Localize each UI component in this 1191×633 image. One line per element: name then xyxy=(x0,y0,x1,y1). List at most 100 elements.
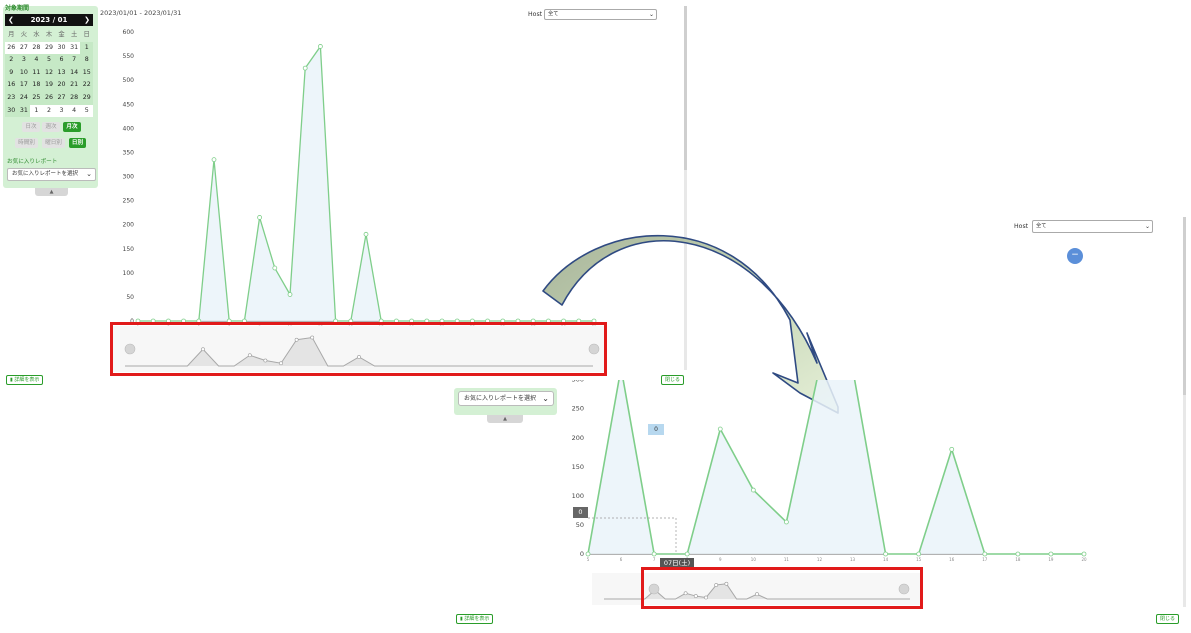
y-tick-label: 600 xyxy=(123,29,135,36)
calendar-day[interactable]: 5 xyxy=(80,104,93,118)
x-tick-label: 19 xyxy=(1048,557,1054,562)
calendar-day[interactable]: 17 xyxy=(17,79,31,92)
calendar-day[interactable]: 1 xyxy=(80,41,93,55)
calendar-day[interactable]: 3 xyxy=(17,54,31,67)
calendar-day[interactable]: 31 xyxy=(67,41,81,55)
day-button[interactable]: 日別 xyxy=(69,138,86,148)
minus-circle-icon[interactable]: − xyxy=(1067,248,1083,264)
calendar-day[interactable]: 7 xyxy=(67,54,81,67)
x-tick-label: 13 xyxy=(850,557,856,562)
calendar-day[interactable]: 3 xyxy=(55,104,68,118)
calendar-day[interactable]: 15 xyxy=(80,66,93,80)
chevron-down-icon: ⌄ xyxy=(648,11,654,18)
hourly-button[interactable]: 時間別 xyxy=(15,138,38,148)
calendar-day[interactable]: 18 xyxy=(30,79,43,92)
y-tick-label: 500 xyxy=(123,77,135,84)
calendar-day[interactable]: 1 xyxy=(30,104,43,118)
detail-button-label-2: 詳細を表示 xyxy=(464,616,490,622)
y-tick-label: 550 xyxy=(123,53,135,60)
calendar-day[interactable]: 9 xyxy=(5,66,18,80)
calendar-day[interactable]: 26 xyxy=(42,91,56,105)
calendar-day[interactable]: 16 xyxy=(5,79,18,92)
detail-button-2[interactable]: ▮ 詳細を表示 xyxy=(456,614,494,624)
host-select[interactable]: 全て ⌄ xyxy=(544,9,657,20)
data-point xyxy=(883,551,889,557)
y-tick-label: 0 xyxy=(580,550,584,558)
data-point xyxy=(783,519,789,525)
host-label-2: Host xyxy=(1014,223,1029,230)
close-button-2[interactable]: 閉じる xyxy=(1156,614,1180,624)
calendar-day[interactable]: 27 xyxy=(17,41,31,55)
y-tick-label: 150 xyxy=(123,246,135,253)
calendar-day[interactable]: 10 xyxy=(17,66,31,80)
calendar-day[interactable]: 21 xyxy=(67,79,81,92)
calendar-day[interactable]: 30 xyxy=(55,41,68,55)
weekday-header: 火 xyxy=(20,31,27,38)
calendar-day[interactable]: 20 xyxy=(55,79,68,92)
data-point xyxy=(585,551,591,557)
y-tick-label: 200 xyxy=(123,222,135,229)
data-point xyxy=(257,215,263,220)
calendar-day[interactable]: 30 xyxy=(5,104,18,118)
calendar-day[interactable]: 6 xyxy=(55,54,68,67)
calendar-day[interactable]: 22 xyxy=(80,79,93,92)
host-select-value: 全て xyxy=(548,11,559,17)
x-tick-label: 14 xyxy=(883,557,889,562)
host-select-value-2: 全て xyxy=(1036,223,1047,229)
data-point xyxy=(363,231,369,237)
calendar-day[interactable]: 2 xyxy=(5,54,18,67)
collapse-toggle-2[interactable]: ▲ xyxy=(487,415,523,423)
calendar-day[interactable]: 2 xyxy=(42,104,56,118)
x-tick-label: 17 xyxy=(982,557,988,562)
hover-value-badge: 0 xyxy=(648,424,664,435)
scrollbar-thumb-2[interactable] xyxy=(1183,217,1186,395)
calendar-day[interactable]: 25 xyxy=(30,91,43,105)
x-tick-label: 18 xyxy=(1015,557,1021,562)
x-tick-label: 20 xyxy=(1081,557,1087,562)
calendar-day[interactable]: 14 xyxy=(67,66,81,80)
calendar-day[interactable]: 11 xyxy=(30,66,43,80)
calendar-day[interactable]: 19 xyxy=(42,79,56,92)
calendar-day[interactable]: 29 xyxy=(80,91,93,105)
calendar-day[interactable]: 27 xyxy=(55,91,68,105)
daily-button[interactable]: 日次 xyxy=(22,122,40,132)
close-button-label-2: 閉じる xyxy=(1160,616,1176,622)
calendar-day[interactable]: 26 xyxy=(5,41,18,55)
calendar-day[interactable]: 12 xyxy=(42,66,56,80)
weekday-header: 日 xyxy=(83,31,90,38)
calendar-day[interactable]: 28 xyxy=(30,41,43,55)
monthly-button[interactable]: 月次 xyxy=(63,122,81,132)
calendar-day[interactable]: 4 xyxy=(67,104,81,118)
chevron-left-icon[interactable]: ❮ xyxy=(8,16,14,24)
calendar-day[interactable]: 13 xyxy=(55,66,68,80)
calendar-day[interactable]: 28 xyxy=(67,91,81,105)
chevron-down-icon: ⌄ xyxy=(1144,223,1150,230)
calendar-day[interactable]: 23 xyxy=(5,91,18,105)
favorite-report-select-2[interactable]: お気に入りレポートを選択 ⌄ xyxy=(458,391,554,406)
data-point xyxy=(211,157,217,163)
data-point xyxy=(287,292,293,297)
calendar-day[interactable]: 31 xyxy=(17,104,31,118)
favorite-report-select[interactable]: お気に入りレポートを選択 ⌄ xyxy=(7,168,96,181)
weekday-header: 土 xyxy=(70,31,78,38)
y-tick-label: 150 xyxy=(572,463,584,471)
calendar-day[interactable]: 29 xyxy=(42,41,56,55)
zoomed-chart: 0501001502002503005678910111213141516171… xyxy=(572,380,1087,562)
favorite-report-value-2: お気に入りレポートを選択 xyxy=(464,395,537,402)
weekday-button[interactable]: 曜日別 xyxy=(42,138,65,148)
chevron-right-icon[interactable]: ❯ xyxy=(84,16,90,24)
period-title: 対象期間 xyxy=(5,5,30,12)
calendar-day[interactable]: 8 xyxy=(80,54,93,67)
calendar-day[interactable]: 24 xyxy=(17,91,31,105)
host-select-2[interactable]: 全て ⌄ xyxy=(1032,220,1153,233)
calendar-day[interactable]: 5 xyxy=(42,54,56,67)
calendar-header: ❮ 2023 / 01 ❯ xyxy=(5,14,93,26)
calendar-day[interactable]: 4 xyxy=(30,54,43,67)
weekly-button[interactable]: 週次 xyxy=(42,122,60,132)
detail-button[interactable]: ▮ 詳細を表示 xyxy=(6,375,44,385)
scrollbar-thumb[interactable] xyxy=(684,6,687,170)
collapse-toggle[interactable]: ▲ xyxy=(35,188,68,196)
x-tick-label: 10 xyxy=(751,557,757,562)
chevron-down-icon: ⌄ xyxy=(86,170,92,178)
weekday-header: 金 xyxy=(58,31,65,38)
